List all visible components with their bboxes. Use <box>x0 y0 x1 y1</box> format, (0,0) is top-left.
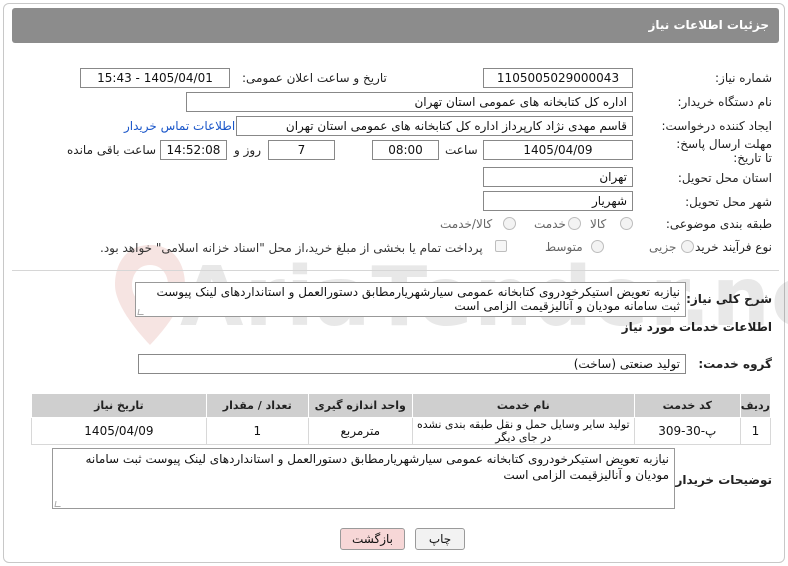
category-radio-service[interactable] <box>568 217 581 230</box>
services-section-title: اطلاعات خدمات مورد نیاز <box>621 320 772 334</box>
process-radio-minor[interactable] <box>681 240 694 253</box>
buyer-notes-text: نیازبه تعویض استیکرخودروی کتابخانه عمومی… <box>85 452 670 482</box>
col-service-code: کد خدمت <box>633 393 741 418</box>
announce-date-field[interactable]: 1405/04/01 - 15:43 <box>80 68 230 88</box>
buyer-notes-label: توضیحات خریدار: <box>670 473 772 487</box>
announce-date-label: تاریخ و ساعت اعلان عمومی: <box>242 71 387 85</box>
days-label: روز و <box>234 143 261 157</box>
cell-need-date: 1405/04/09 <box>31 417 207 445</box>
header-bar: جزئیات اطلاعات نیاز <box>12 8 779 43</box>
category-radio-goods-service[interactable] <box>503 217 516 230</box>
col-quantity: تعداد / مقدار <box>205 393 309 418</box>
service-group-field[interactable]: تولید صنعتی (ساخت) <box>138 354 686 374</box>
deadline-date-field[interactable]: 1405/04/09 <box>483 140 633 160</box>
process-option-medium: متوسط <box>545 240 583 254</box>
deadline-time-field[interactable]: 08:00 <box>372 140 439 160</box>
divider <box>12 270 779 271</box>
remaining-days-field[interactable]: 7 <box>268 140 335 160</box>
services-table: ردیف کد خدمت نام خدمت واحد اندازه گیری ت… <box>31 393 772 445</box>
page-title: جزئیات اطلاعات نیاز <box>648 18 769 32</box>
resize-handle-icon[interactable] <box>137 309 145 315</box>
province-label: استان محل تحویل: <box>677 171 772 185</box>
requester-label: ایجاد کننده درخواست: <box>661 119 772 133</box>
col-need-date: تاریخ نیاز <box>31 393 207 418</box>
category-option-goods-service: کالا/خدمت <box>440 217 493 231</box>
cell-unit: مترمربع <box>307 417 413 445</box>
table-header-row: ردیف کد خدمت نام خدمت واحد اندازه گیری ت… <box>31 393 772 418</box>
treasury-payment-note: پرداخت تمام یا بخشی از مبلغ خرید،از محل … <box>100 241 483 255</box>
cell-row: 1 <box>739 417 772 445</box>
print-button[interactable]: چاپ <box>415 528 465 550</box>
city-field[interactable]: شهریار <box>483 191 633 211</box>
category-option-goods: کالا <box>590 217 607 231</box>
summary-label: شرح کلی نیاز: <box>686 292 772 306</box>
city-label: شهر محل تحویل: <box>685 195 772 209</box>
cell-quantity: 1 <box>205 417 309 445</box>
table-row[interactable]: 1 پ-30-309 تولید سایر وسایل حمل و نقل طب… <box>31 417 772 445</box>
remaining-time-label: ساعت باقی مانده <box>67 143 157 157</box>
treasury-payment-checkbox[interactable] <box>495 240 507 252</box>
back-button[interactable]: بازگشت <box>340 528 405 550</box>
cell-service-name: تولید سایر وسایل حمل و نقل طبقه بندی نشد… <box>411 417 635 445</box>
summary-text: نیازبه تعویض استیکرخودروی کتابخانه عمومی… <box>156 285 680 313</box>
deadline-label: مهلت ارسال پاسخ: تا تاریخ: <box>676 137 772 165</box>
col-service-name: نام خدمت <box>411 393 635 418</box>
service-group-label: گروه خدمت: <box>698 357 772 371</box>
category-label: طبقه بندی موضوعی: <box>665 217 772 231</box>
process-type-label: نوع فرآیند خرید : <box>687 240 772 254</box>
buyer-org-field[interactable]: اداره کل کتابخانه های عمومی استان تهران <box>186 92 633 112</box>
col-unit: واحد اندازه گیری <box>307 393 413 418</box>
process-option-minor: جزیی <box>649 240 677 254</box>
need-number-label: شماره نیاز: <box>715 71 772 85</box>
col-row: ردیف <box>739 393 772 418</box>
process-radio-medium[interactable] <box>591 240 604 253</box>
resize-handle-icon[interactable] <box>54 501 62 507</box>
province-field[interactable]: تهران <box>483 167 633 187</box>
buyer-notes-textarea[interactable]: نیازبه تعویض استیکرخودروی کتابخانه عمومی… <box>52 448 675 509</box>
deadline-time-label: ساعت <box>445 143 478 157</box>
requester-field[interactable]: قاسم مهدی نژاد کارپرداز اداره کل کتابخان… <box>236 116 633 136</box>
buyer-org-label: نام دستگاه خریدار: <box>677 95 773 109</box>
cell-service-code: پ-30-309 <box>633 417 741 445</box>
summary-textarea[interactable]: نیازبه تعویض استیکرخودروی کتابخانه عمومی… <box>135 282 686 317</box>
buyer-contact-link[interactable]: اطلاعات تماس خریدار <box>124 119 235 133</box>
need-number-field[interactable]: 1105005029000043 <box>483 68 633 88</box>
category-option-service: خدمت <box>534 217 566 231</box>
remaining-time-field[interactable]: 14:52:08 <box>160 140 227 160</box>
category-radio-goods[interactable] <box>620 217 633 230</box>
